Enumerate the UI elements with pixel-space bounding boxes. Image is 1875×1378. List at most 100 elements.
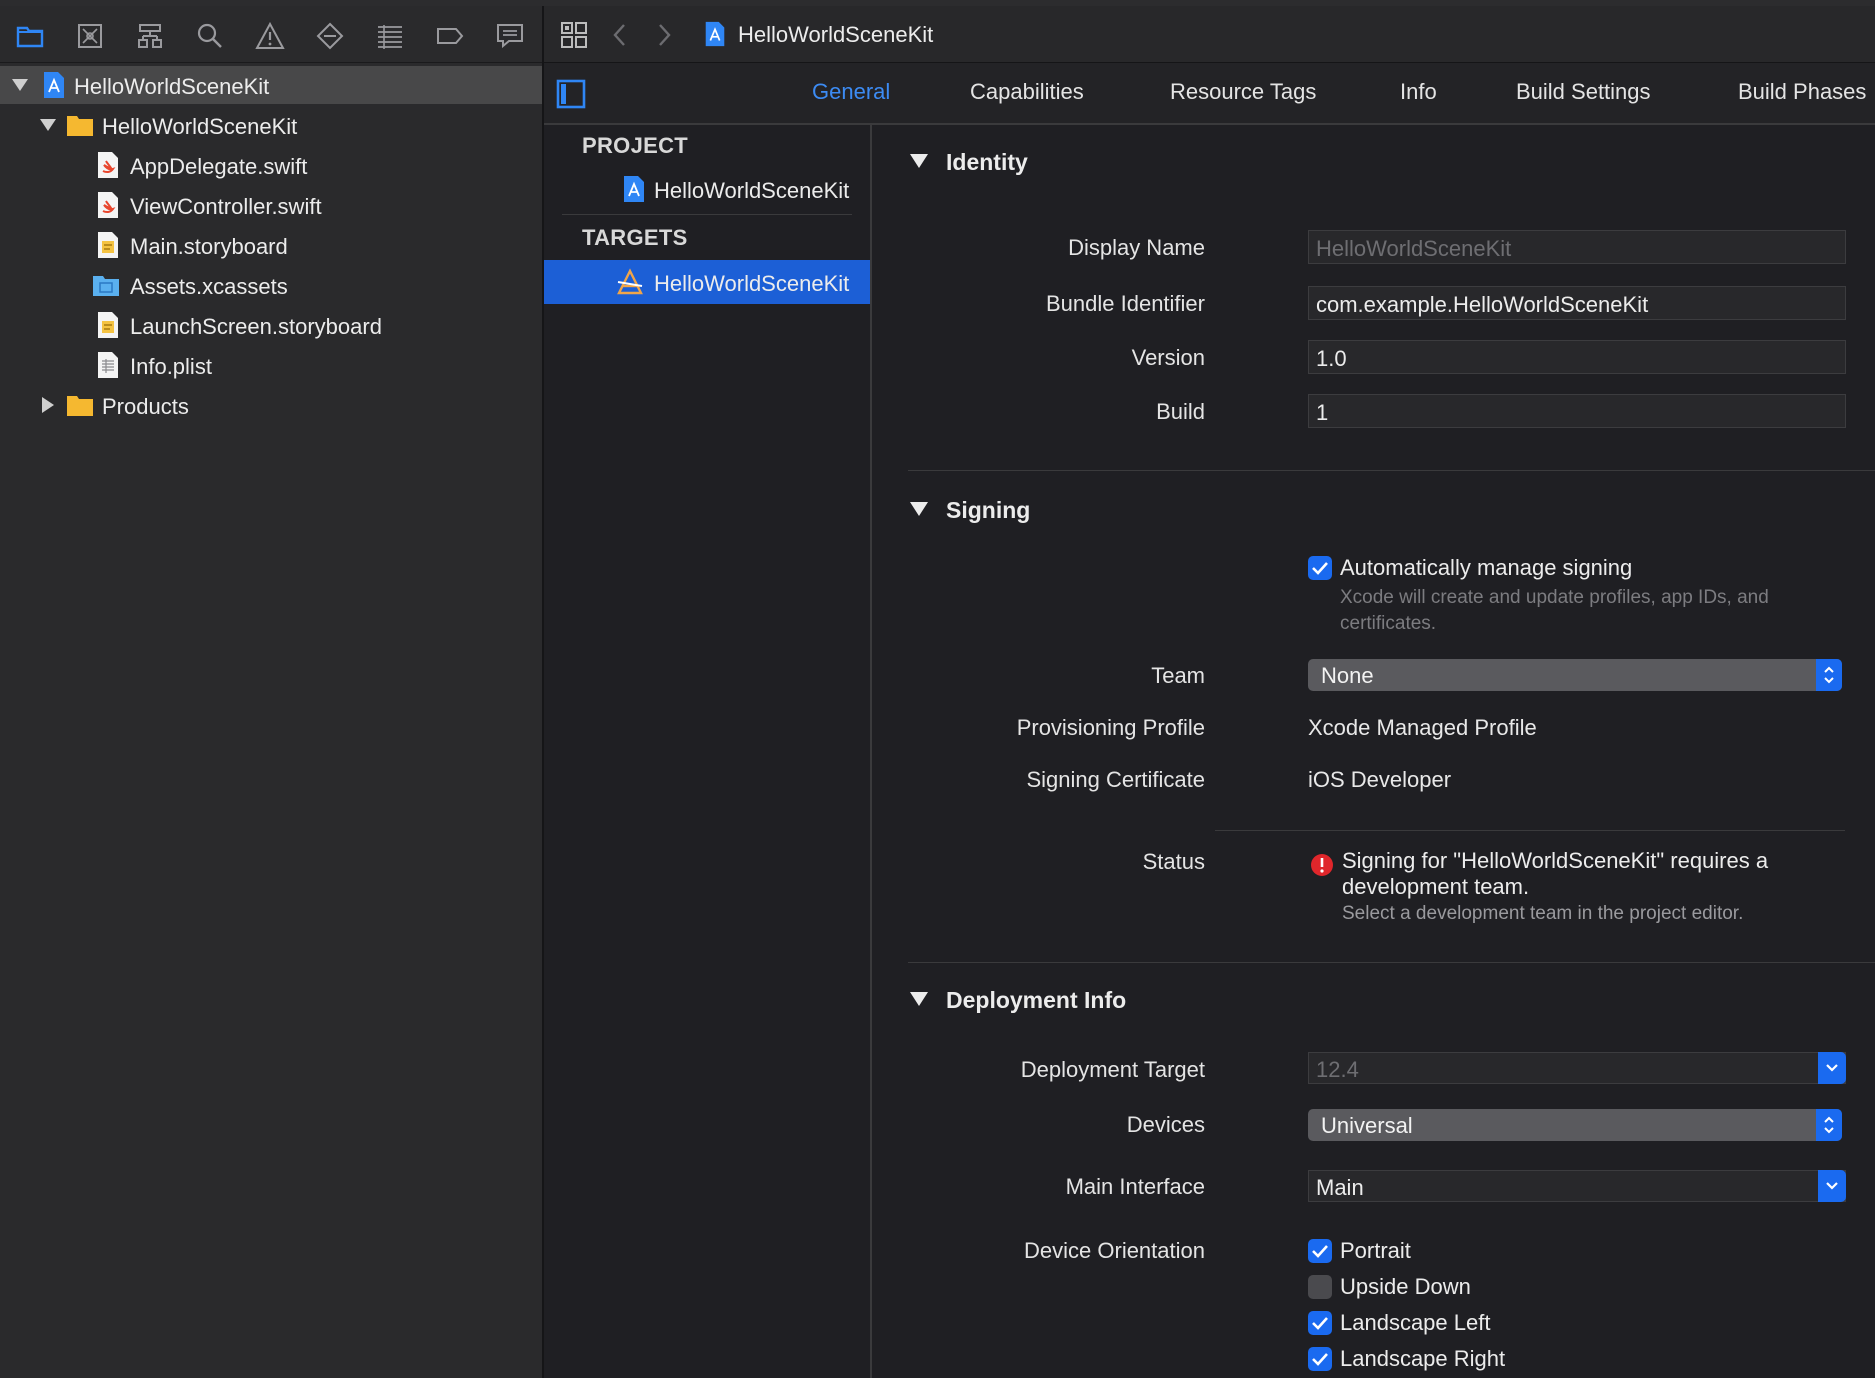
upside-down-checkbox[interactable] [1308, 1275, 1332, 1299]
assets-folder-icon [93, 276, 119, 296]
bundle-identifier-field[interactable]: com.example.HelloWorldSceneKit [1308, 286, 1846, 320]
tree-row-file[interactable]: LaunchScreen.storyboard [0, 306, 542, 344]
search-icon[interactable] [193, 19, 227, 53]
tab-general[interactable]: General [812, 79, 890, 105]
disclosure-collapsed-icon[interactable] [38, 395, 58, 415]
disclosure-expanded-icon[interactable] [38, 115, 58, 135]
swift-file-icon [98, 192, 118, 218]
tree-row-file[interactable]: AppDelegate.swift [0, 146, 542, 184]
tree-label: Info.plist [130, 354, 212, 379]
checkmark-icon [1312, 1353, 1328, 1366]
project-item-label: HelloWorldSceneKit [654, 178, 850, 203]
chevron-down-icon[interactable] [1818, 1052, 1846, 1084]
tab-resource-tags[interactable]: Resource Tags [1170, 79, 1316, 105]
tree-row-file[interactable]: ViewController.swift [0, 186, 542, 224]
tree-row-folder[interactable]: Products [0, 386, 542, 424]
main-interface-combo[interactable]: Main [1308, 1170, 1846, 1202]
bundle-identifier-label: Bundle Identifier [1046, 291, 1205, 316]
debug-list-icon[interactable] [373, 19, 407, 53]
team-label: Team [1151, 663, 1205, 688]
project-header: PROJECT [582, 133, 689, 158]
disclosure-expanded-icon [910, 992, 928, 1006]
test-diamond-icon[interactable] [313, 19, 347, 53]
disclosure-expanded-icon [910, 502, 928, 516]
identity-section-header[interactable]: Identity [910, 149, 1028, 176]
project-item[interactable]: HelloWorldSceneKit [544, 167, 870, 211]
version-field[interactable]: 1.0 [1308, 340, 1846, 374]
back-chevron-icon[interactable] [610, 22, 630, 48]
provisioning-profile-value: Xcode Managed Profile [1308, 715, 1537, 740]
status-hint: Select a development team in the project… [1342, 903, 1744, 924]
section-divider [908, 962, 1875, 963]
error-icon [1311, 854, 1333, 876]
provisioning-profile-label: Provisioning Profile [1016, 715, 1205, 740]
portrait-label: Portrait [1340, 1238, 1411, 1263]
disclosure-expanded-icon[interactable] [10, 75, 30, 95]
tree-label: Assets.xcassets [130, 274, 288, 299]
devices-popup[interactable]: Universal [1308, 1109, 1842, 1141]
main-interface-label: Main Interface [1065, 1174, 1205, 1199]
tree-row-project[interactable]: HelloWorldSceneKit [0, 66, 542, 104]
folder-icon[interactable] [13, 19, 47, 53]
signing-section-header[interactable]: Signing [910, 497, 1030, 524]
section-title-text: Deployment Info [946, 987, 1127, 1013]
report-icon[interactable] [493, 19, 527, 53]
deployment-target-combo[interactable]: 12.4 [1308, 1052, 1846, 1084]
folder-icon [67, 396, 93, 416]
checkmark-icon [1312, 562, 1328, 575]
related-items-grid-icon[interactable] [560, 21, 588, 49]
list-divider [562, 214, 852, 215]
display-name-label: Display Name [1068, 235, 1205, 260]
target-item-label: HelloWorldSceneKit [654, 271, 850, 296]
tree-label: ViewController.swift [130, 194, 322, 219]
landscape-left-checkbox[interactable] [1308, 1311, 1332, 1335]
breakpoint-icon[interactable] [433, 19, 467, 53]
team-popup[interactable]: None [1308, 659, 1842, 691]
signing-certificate-label: Signing Certificate [1026, 767, 1205, 792]
auto-signing-label: Automatically manage signing [1340, 555, 1633, 580]
deployment-section-header[interactable]: Deployment Info [910, 987, 1126, 1014]
warning-icon[interactable] [253, 19, 287, 53]
auto-signing-hint: Xcode will create and update profiles, a… [1340, 587, 1769, 634]
tab-capabilities[interactable]: Capabilities [970, 79, 1084, 105]
main-interface-value: Main [1316, 1175, 1364, 1200]
section-title-text: Signing [946, 497, 1031, 523]
plist-file-icon [98, 352, 118, 378]
editor-tab-bar: General Capabilities Resource Tags Info … [544, 63, 1875, 125]
tree-row-file[interactable]: Main.storyboard [0, 226, 542, 264]
tree-row-file[interactable]: Assets.xcassets [0, 266, 542, 304]
hierarchy-icon[interactable] [133, 19, 167, 53]
tab-info[interactable]: Info [1400, 79, 1437, 105]
signing-certificate-value: iOS Developer [1308, 767, 1452, 792]
sidebar-toggle-icon[interactable] [556, 79, 586, 109]
swift-file-icon [98, 152, 118, 178]
landscape-right-checkbox[interactable] [1308, 1347, 1332, 1371]
tab-build-settings[interactable]: Build Settings [1516, 79, 1651, 105]
tree-label: Main.storyboard [130, 234, 288, 259]
chevron-down-icon[interactable] [1818, 1170, 1846, 1202]
jump-bar: HelloWorldSceneKit [544, 6, 1875, 63]
updown-chevron-icon [1816, 1109, 1842, 1141]
display-name-field[interactable]: HelloWorldSceneKit [1308, 230, 1846, 264]
devices-label: Devices [1126, 1112, 1205, 1137]
team-value: None [1321, 663, 1374, 688]
status-label: Status [1142, 849, 1205, 874]
landscape-right-label: Landscape Right [1340, 1346, 1506, 1371]
tab-build-phases[interactable]: Build Phases [1738, 79, 1866, 105]
app-target-icon [617, 268, 643, 295]
build-field[interactable]: 1 [1308, 394, 1846, 428]
tree-row-folder[interactable]: HelloWorldSceneKit [0, 106, 542, 144]
tree-row-file[interactable]: Info.plist [0, 346, 542, 384]
targets-header: TARGETS [582, 225, 688, 250]
target-item[interactable]: HelloWorldSceneKit [544, 260, 870, 304]
portrait-checkbox[interactable] [1308, 1239, 1332, 1263]
tree-label: HelloWorldSceneKit [74, 74, 270, 99]
version-label: Version [1131, 345, 1205, 370]
source-control-icon[interactable] [73, 19, 107, 53]
checkmark-icon [1312, 1317, 1328, 1330]
breadcrumb[interactable]: HelloWorldSceneKit [738, 22, 933, 48]
auto-signing-checkbox[interactable] [1308, 556, 1332, 580]
folder-icon [67, 116, 93, 136]
forward-chevron-icon[interactable] [654, 22, 674, 48]
xcode-project-icon [624, 176, 644, 202]
